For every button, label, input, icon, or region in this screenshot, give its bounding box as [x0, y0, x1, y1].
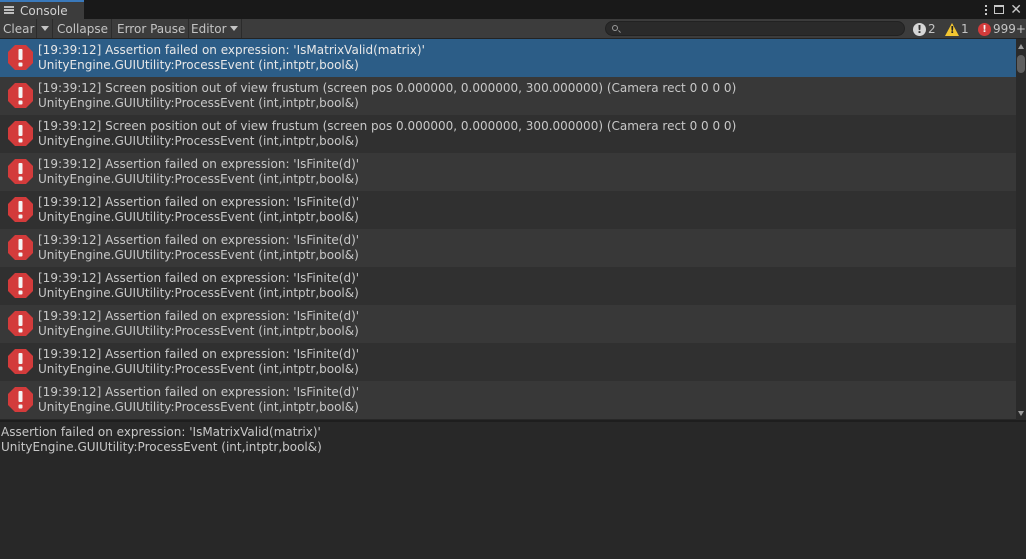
collapse-toggle[interactable]: Collapse: [54, 19, 112, 38]
error-icon: [8, 349, 33, 374]
error-icon: [8, 273, 33, 298]
log-entry-stacktrace: UnityEngine.GUIUtility:ProcessEvent (int…: [38, 400, 359, 414]
log-list: [19:39:12] Assertion failed on expressio…: [0, 39, 1016, 420]
info-count: 2: [928, 22, 936, 36]
warning-count: 1: [961, 22, 969, 36]
error-count: 999+: [993, 22, 1026, 36]
log-entry-stacktrace: UnityEngine.GUIUtility:ProcessEvent (int…: [38, 172, 359, 186]
chevron-down-icon: [229, 26, 238, 31]
log-entry-row[interactable]: [19:39:12] Assertion failed on expressio…: [0, 153, 1016, 191]
info-icon: !: [913, 22, 926, 36]
console-list-icon: [4, 5, 15, 16]
clear-options-dropdown[interactable]: [37, 19, 53, 38]
log-entry-stacktrace: UnityEngine.GUIUtility:ProcessEvent (int…: [38, 58, 359, 72]
error-icon: [8, 197, 33, 222]
chevron-down-icon: [40, 26, 49, 31]
window-title-bar: Console ✕: [0, 0, 1026, 19]
error-icon: [8, 45, 33, 70]
error-icon: [8, 121, 33, 146]
error-icon: [8, 311, 33, 336]
log-entry-message: [19:39:12] Assertion failed on expressio…: [38, 309, 360, 323]
log-entry-message: [19:39:12] Screen position out of view f…: [38, 81, 737, 95]
log-entry-message: [19:39:12] Assertion failed on expressio…: [38, 195, 360, 209]
log-entry-stacktrace: UnityEngine.GUIUtility:ProcessEvent (int…: [38, 134, 359, 148]
window-controls: ✕: [984, 0, 1022, 19]
scrollbar-thumb[interactable]: [1017, 55, 1025, 73]
close-icon[interactable]: ✕: [1010, 3, 1022, 17]
search-input[interactable]: [605, 21, 905, 36]
log-entry-row[interactable]: [19:39:12] Screen position out of view f…: [0, 115, 1016, 153]
log-list-scrollbar[interactable]: [1016, 39, 1026, 420]
detail-message: Assertion failed on expression: 'IsMatri…: [1, 425, 321, 439]
error-icon: [8, 159, 33, 184]
warning-toggle[interactable]: ! 1: [945, 20, 969, 38]
log-entry-message: [19:39:12] Assertion failed on expressio…: [38, 385, 360, 399]
log-entry-stacktrace: UnityEngine.GUIUtility:ProcessEvent (int…: [38, 362, 359, 376]
detail-stacktrace: UnityEngine.GUIUtility:ProcessEvent (int…: [1, 440, 322, 454]
log-entry-row[interactable]: [19:39:12] Screen position out of view f…: [0, 77, 1016, 115]
clear-button[interactable]: Clear: [0, 19, 37, 38]
log-entry-row[interactable]: [19:39:12] Assertion failed on expressio…: [0, 267, 1016, 305]
console-toolbar: Clear Collapse Error Pause Editor ! 2 ! …: [0, 19, 1026, 39]
log-entry-message: [19:39:12] Assertion failed on expressio…: [38, 347, 360, 361]
log-entry-row[interactable]: [19:39:12] Assertion failed on expressio…: [0, 229, 1016, 267]
log-entry-row[interactable]: [19:39:12] Assertion failed on expressio…: [0, 305, 1016, 343]
log-entry-stacktrace: UnityEngine.GUIUtility:ProcessEvent (int…: [38, 96, 359, 110]
clear-button-label: Clear: [3, 21, 35, 36]
search-icon: [612, 25, 618, 31]
scroll-down-icon[interactable]: [1018, 411, 1024, 416]
error-icon: [8, 387, 33, 412]
scroll-up-icon[interactable]: [1018, 44, 1024, 49]
log-entry-row[interactable]: [19:39:12] Assertion failed on expressio…: [0, 343, 1016, 381]
tab-console[interactable]: Console: [0, 0, 84, 19]
maximize-icon[interactable]: [994, 5, 1005, 14]
log-entry-row[interactable]: [19:39:12] Assertion failed on expressio…: [0, 191, 1016, 229]
log-entry-message: [19:39:12] Assertion failed on expressio…: [38, 271, 360, 285]
log-entry-row[interactable]: [19:39:12] Assertion failed on expressio…: [0, 381, 1016, 419]
log-entry-message: [19:39:12] Screen position out of view f…: [38, 119, 737, 133]
error-icon: !: [978, 22, 991, 36]
log-entry-message: [19:39:12] Assertion failed on expressio…: [38, 157, 360, 171]
more-options-icon[interactable]: [984, 4, 988, 15]
warning-icon: !: [945, 22, 959, 36]
collapse-label: Collapse: [57, 21, 108, 36]
log-entry-stacktrace: UnityEngine.GUIUtility:ProcessEvent (int…: [38, 248, 359, 262]
error-toggle[interactable]: ! 999+: [978, 20, 1026, 38]
log-entry-stacktrace: UnityEngine.GUIUtility:ProcessEvent (int…: [38, 210, 359, 224]
log-entry-message: [19:39:12] Assertion failed on expressio…: [38, 43, 425, 57]
log-detail-pane: Assertion failed on expression: 'IsMatri…: [0, 422, 1026, 559]
log-entry-stacktrace: UnityEngine.GUIUtility:ProcessEvent (int…: [38, 286, 359, 300]
editor-dropdown[interactable]: Editor: [188, 19, 242, 38]
error-pause-label: Error Pause: [117, 21, 186, 36]
error-icon: [8, 83, 33, 108]
log-entry-message: [19:39:12] Assertion failed on expressio…: [38, 233, 360, 247]
log-entry-row[interactable]: [19:39:12] Assertion failed on expressio…: [0, 39, 1016, 77]
error-pause-toggle[interactable]: Error Pause: [114, 19, 190, 38]
info-toggle[interactable]: ! 2: [913, 20, 936, 38]
error-icon: [8, 235, 33, 260]
log-entry-stacktrace: UnityEngine.GUIUtility:ProcessEvent (int…: [38, 324, 359, 338]
editor-dropdown-label: Editor: [191, 21, 227, 36]
tab-console-label: Console: [20, 3, 68, 18]
